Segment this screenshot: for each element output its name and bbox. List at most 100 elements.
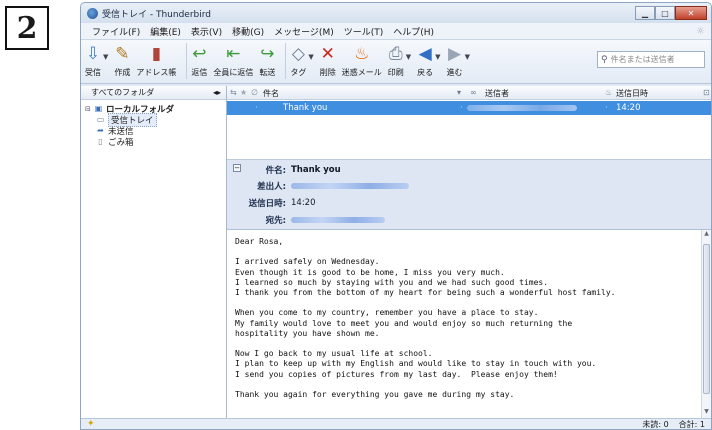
junk-label: 迷惑メール [341, 68, 382, 77]
close-button[interactable]: ✕ [675, 6, 707, 20]
from-address-redacted[interactable] [291, 182, 409, 189]
header-to-row: 宛先: [227, 213, 385, 226]
write-button[interactable]: ✎ 作成 [114, 43, 130, 78]
menu-edit[interactable]: 編集(E) [145, 25, 186, 38]
date-label: 送信日時: [248, 198, 286, 209]
trash-icon: ▯ [98, 137, 103, 146]
search-placeholder: 件名または送信者 [610, 55, 675, 64]
sort-indicator-icon: ▾ [457, 88, 462, 97]
unread-count: 未読: 0 [642, 419, 669, 429]
back-button[interactable]: ◀ 戻る [417, 43, 433, 78]
folder-inbox[interactable]: ▭ 受信トレイ [85, 112, 226, 127]
message-header-pane: − 件名: Thank you 差出人: 送信日時: 14:20 宛先: [227, 160, 711, 230]
message-sender-redacted [467, 103, 577, 113]
tag-button[interactable]: ◇ タグ [290, 43, 306, 78]
delete-label: 削除 [319, 68, 336, 77]
print-button[interactable]: ⎙ 印刷 [388, 43, 404, 78]
menu-bar: ファイル(F) 編集(E) 表示(V) 移動(G) メッセージ(M) ツール(T… [81, 23, 711, 40]
folder-tree: ⊟ ▣ ローカルフォルダ ▭ 受信トレイ ➦ 未送信 ▯ ごみ箱 [81, 100, 226, 148]
thunderbird-window: 受信トレイ - Thunderbird ▁ □ ✕ ファイル(F) 編集(E) … [80, 2, 712, 430]
inbox-icon: ▭ [96, 115, 105, 124]
tag-icon: ◇ [291, 44, 305, 64]
folder-unsent[interactable]: ➦ 未送信 [85, 125, 226, 137]
next-button[interactable]: ▶ 進む [447, 43, 463, 78]
scroll-thumb[interactable] [703, 244, 710, 394]
unread-dot-icon: · [255, 103, 258, 113]
collapse-toggle-icon[interactable]: ⊟ [85, 105, 93, 113]
star-column-icon[interactable]: ★ [240, 88, 247, 97]
message-list: · Thank you · · 14:20 [227, 100, 711, 160]
search-input[interactable]: ⚲ 件名または送信者 [597, 51, 705, 68]
subject-label: 件名: [265, 165, 286, 176]
message-area: ⇆ ★ ∅ 件名 ▾ ∞ 送信者 ♨ 送信日時 ⊡ · Thank you · [227, 86, 711, 418]
reply-button[interactable]: ↩ 返信 [191, 43, 207, 78]
step-number: 2 [16, 10, 38, 46]
reply-icon: ↩ [192, 44, 207, 64]
back-dropdown-icon[interactable]: ▼ [435, 53, 440, 61]
menu-tools[interactable]: ツール(T) [339, 25, 389, 38]
folder-trash[interactable]: ▯ ごみ箱 [85, 136, 226, 148]
column-date[interactable]: 送信日時 [616, 88, 648, 99]
body-scrollbar[interactable]: ▲ ▼ [701, 230, 711, 418]
column-sender[interactable]: 送信者 [485, 88, 509, 99]
maximize-button[interactable]: □ [655, 6, 675, 20]
message-subject: Thank you [283, 103, 328, 113]
reply-all-label: 全員に返信 [213, 68, 254, 77]
tag-dropdown-icon[interactable]: ▼ [308, 53, 313, 61]
menu-go[interactable]: 移動(G) [227, 25, 269, 38]
junk-button[interactable]: ♨ 迷惑メール [342, 43, 382, 78]
window-controls: ▁ □ ✕ [635, 6, 707, 20]
window-title: 受信トレイ - Thunderbird [102, 9, 211, 20]
main-area: すべてのフォルダ ◂▸ ⊟ ▣ ローカルフォルダ ▭ 受信トレイ ➦ 未送信 ▯… [81, 86, 711, 418]
next-arrow-icon: ▶ [448, 44, 462, 64]
column-subject[interactable]: 件名 [263, 88, 279, 99]
outbox-icon: ➦ [97, 126, 104, 135]
scroll-down-icon[interactable]: ▼ [702, 408, 711, 418]
junk-dot-icon: · [605, 103, 608, 113]
get-mail-button[interactable]: ⇩ 受信 [85, 43, 101, 78]
delete-icon: ✕ [320, 44, 335, 64]
minimize-button[interactable]: ▁ [635, 6, 655, 20]
forward-label: 転送 [259, 68, 276, 77]
folder-pane: すべてのフォルダ ◂▸ ⊟ ▣ ローカルフォルダ ▭ 受信トレイ ➦ 未送信 ▯… [81, 86, 227, 418]
main-toolbar: ⇩ 受信 ▼ ✎ 作成 ▮ アドレス帳 ↩ 返信 ⇤ 全員に返信 ↪ 転送 ◇ … [81, 40, 711, 84]
thread-column-icon[interactable]: ⇆ [230, 88, 237, 97]
throbber-icon: ☼ [696, 25, 705, 37]
menu-help[interactable]: ヘルプ(H) [388, 25, 439, 38]
get-mail-icon: ⇩ [85, 44, 101, 64]
menu-message[interactable]: メッセージ(M) [269, 25, 339, 38]
print-dropdown-icon[interactable]: ▼ [406, 53, 411, 61]
to-address-redacted[interactable] [291, 216, 385, 223]
next-dropdown-icon[interactable]: ▼ [465, 53, 470, 61]
title-bar: 受信トレイ - Thunderbird ▁ □ ✕ [81, 3, 711, 23]
folder-pane-header[interactable]: すべてのフォルダ ◂▸ [81, 86, 226, 100]
date-value: 14:20 [291, 197, 316, 208]
reply-all-button[interactable]: ⇤ 全員に返信 [213, 43, 253, 78]
menu-view[interactable]: 表示(V) [186, 25, 227, 38]
delete-button[interactable]: ✕ 削除 [320, 43, 336, 78]
scroll-up-icon[interactable]: ▲ [702, 230, 711, 240]
toolbar-separator [186, 43, 188, 79]
reply-all-icon: ⇤ [226, 44, 241, 64]
pencil-icon: ✎ [115, 44, 130, 64]
column-picker-icon[interactable]: ⊡ [703, 88, 710, 97]
to-label: 宛先: [265, 215, 286, 226]
header-from-row: 差出人: [227, 179, 409, 192]
message-body-pane: Dear Rosa, I arrived safely on Wednesday… [227, 230, 711, 418]
read-status-column-icon[interactable]: ∞ [470, 88, 477, 97]
junk-column-icon[interactable]: ♨ [605, 88, 612, 97]
get-mail-dropdown-icon[interactable]: ▼ [103, 53, 108, 61]
read-dot-icon: · [460, 103, 463, 113]
junk-flame-icon: ♨ [354, 44, 370, 64]
toolbar-separator [285, 43, 287, 79]
folder-pane-title: すべてのフォルダ [91, 88, 155, 97]
address-book-button[interactable]: ▮ アドレス帳 [136, 43, 176, 78]
get-mail-label: 受信 [85, 68, 101, 77]
activity-bulb-icon[interactable]: ✦ [87, 419, 95, 429]
folder-nav-arrows-icon[interactable]: ◂▸ [213, 88, 221, 97]
menu-file[interactable]: ファイル(F) [87, 25, 145, 38]
forward-button[interactable]: ↪ 転送 [259, 43, 275, 78]
message-row[interactable]: · Thank you · · 14:20 [227, 101, 711, 115]
attachment-column-icon[interactable]: ∅ [251, 88, 258, 97]
status-counts: 未読: 0 合計: 1 [642, 419, 705, 430]
